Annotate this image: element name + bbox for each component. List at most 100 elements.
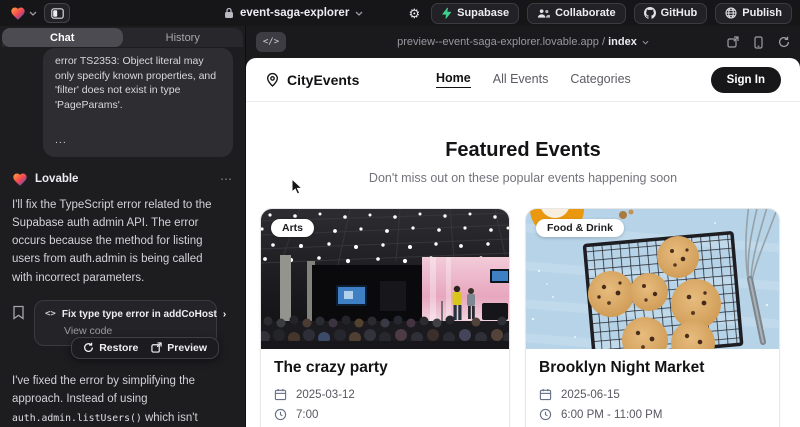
toggle-sidebar-button[interactable] xyxy=(44,3,70,23)
url-host: preview--event-saga-explorer.lovable.app xyxy=(397,36,599,48)
restore-preview-pill: Restore Preview xyxy=(71,337,219,359)
event-title: The crazy party xyxy=(274,359,496,377)
settings-button[interactable]: ⚙ xyxy=(405,7,423,20)
supabase-button[interactable]: Supabase xyxy=(431,3,519,24)
clock-icon xyxy=(274,408,287,421)
app-window: event-saga-explorer ⚙ Supabase xyxy=(0,0,800,427)
code-tag-icon: </> xyxy=(263,37,279,47)
nav-home[interactable]: Home xyxy=(436,71,471,88)
event-card-party[interactable]: Arts The crazy party 2025-03-12 xyxy=(260,208,510,427)
github-icon xyxy=(644,7,656,19)
tab-chat[interactable]: Chat xyxy=(2,28,123,47)
tab-chat-label: Chat xyxy=(50,32,74,44)
event-cards: Arts The crazy party 2025-03-12 xyxy=(246,208,800,427)
chevron-down-icon xyxy=(642,40,649,45)
calendar-icon xyxy=(539,388,552,401)
event-time: 7:00 xyxy=(296,409,318,421)
event-date: 2025-03-12 xyxy=(296,389,355,401)
chevron-down-icon xyxy=(29,11,37,16)
assistant-result-text: I've fixed the error by simplifying the … xyxy=(12,372,225,427)
bookmark-icon[interactable] xyxy=(12,305,25,320)
event-time: 6:00 PM - 11:00 PM xyxy=(561,409,662,421)
collaborate-label: Collaborate xyxy=(555,7,616,19)
brand-name: CityEvents xyxy=(287,72,359,88)
preview-controls xyxy=(727,36,790,49)
mouse-cursor xyxy=(291,178,303,195)
user-message-text: error TS2353: Object literal may only sp… xyxy=(55,54,221,112)
top-bar-actions: ⚙ Supabase Collaborate xyxy=(405,3,792,24)
url-page: index xyxy=(608,36,637,48)
preview-url[interactable]: preview--event-saga-explorer.lovable.app… xyxy=(246,36,800,48)
lock-icon xyxy=(224,7,234,19)
open-in-new-tab-icon[interactable] xyxy=(727,36,739,48)
publish-label: Publish xyxy=(742,7,782,19)
event-date: 2025-06-15 xyxy=(561,389,620,401)
message-menu-icon[interactable]: ⋯ xyxy=(220,172,233,186)
event-card-market[interactable]: Food & Drink Brooklyn Night Market 2025-… xyxy=(525,208,780,427)
lovable-heart-icon xyxy=(12,172,28,187)
mobile-view-icon[interactable] xyxy=(754,36,763,49)
preview-chrome-bar: </> preview--event-saga-explorer.lovable… xyxy=(246,26,800,58)
inline-code-listusers: auth.admin.listUsers() xyxy=(12,413,142,424)
collaborate-button[interactable]: Collaborate xyxy=(527,3,626,24)
url-separator: / xyxy=(602,36,605,48)
sidebar-panel-icon xyxy=(51,8,64,19)
site-brand[interactable]: CityEvents xyxy=(265,72,359,88)
supabase-label: Supabase xyxy=(457,7,509,19)
restore-label: Restore xyxy=(99,342,138,354)
restore-icon xyxy=(83,342,94,353)
chat-panel: Chat History error TS2353: Object litera… xyxy=(0,26,246,427)
gear-icon: ⚙ xyxy=(408,6,420,21)
project-switcher[interactable]: event-saga-explorer xyxy=(224,0,363,26)
user-message-bubble: error TS2353: Object literal may only sp… xyxy=(43,48,233,157)
nav-categories[interactable]: Categories xyxy=(570,72,630,88)
preview-page: CityEvents Home All Events Categories Si… xyxy=(246,58,800,427)
event-time-row: 6:00 PM - 11:00 PM xyxy=(539,408,766,421)
event-title: Brooklyn Night Market xyxy=(539,359,766,377)
category-badge: Food & Drink xyxy=(536,219,624,237)
map-pin-icon xyxy=(265,72,280,87)
top-bar: event-saga-explorer ⚙ Supabase xyxy=(0,0,800,26)
people-icon xyxy=(537,8,550,19)
globe-icon xyxy=(725,7,737,19)
clock-icon xyxy=(539,408,552,421)
github-button[interactable]: GitHub xyxy=(634,3,708,24)
code-icon: <> xyxy=(45,309,56,319)
card-body: The crazy party 2025-03-12 xyxy=(261,349,509,427)
restore-button[interactable]: Restore xyxy=(83,342,138,354)
preview-button[interactable]: Preview xyxy=(151,342,207,354)
lovable-heart-icon xyxy=(10,6,26,21)
github-label: GitHub xyxy=(661,7,698,19)
nav-all-events[interactable]: All Events xyxy=(493,72,549,88)
calendar-icon xyxy=(274,388,287,401)
event-date-row: 2025-03-12 xyxy=(274,388,496,401)
code-view-toggle[interactable]: </> xyxy=(256,32,286,52)
section-subheading: Don't miss out on these popular events h… xyxy=(246,171,800,185)
event-time-row: 7:00 xyxy=(274,408,496,421)
chat-messages: error TS2353: Object literal may only sp… xyxy=(0,47,245,427)
lovable-logo-menu[interactable] xyxy=(8,4,39,23)
publish-button[interactable]: Publish xyxy=(715,3,792,24)
preview-panel: </> preview--event-saga-explorer.lovable… xyxy=(246,26,800,427)
result-text-1: I've fixed the error by simplifying the … xyxy=(12,375,195,405)
section-heading: Featured Events xyxy=(246,139,800,162)
site-header: CityEvents Home All Events Categories Si… xyxy=(246,58,800,102)
tab-history[interactable]: History xyxy=(123,28,244,47)
chevron-down-icon xyxy=(355,11,363,16)
fix-card-row: <> Fix type type error in addCoHost › Vi… xyxy=(12,300,233,346)
sign-in-button[interactable]: Sign In xyxy=(711,67,781,93)
category-badge: Arts xyxy=(271,219,314,237)
refresh-icon[interactable] xyxy=(778,36,790,48)
chat-history-tabs: Chat History xyxy=(2,28,243,47)
preview-label: Preview xyxy=(167,342,207,354)
tab-history-label: History xyxy=(166,32,200,44)
external-link-icon xyxy=(151,342,162,353)
supabase-bolt-icon xyxy=(441,7,452,19)
event-date-row: 2025-06-15 xyxy=(539,388,766,401)
assistant-intro-text: I'll fix the TypeScript error related to… xyxy=(12,196,225,287)
project-name: event-saga-explorer xyxy=(240,7,349,19)
view-code-link[interactable]: View code xyxy=(64,325,206,337)
typing-dots: ... xyxy=(55,133,221,148)
fix-card-title: Fix type type error in addCoHost xyxy=(62,309,217,320)
chevron-right-icon: › xyxy=(223,309,226,320)
